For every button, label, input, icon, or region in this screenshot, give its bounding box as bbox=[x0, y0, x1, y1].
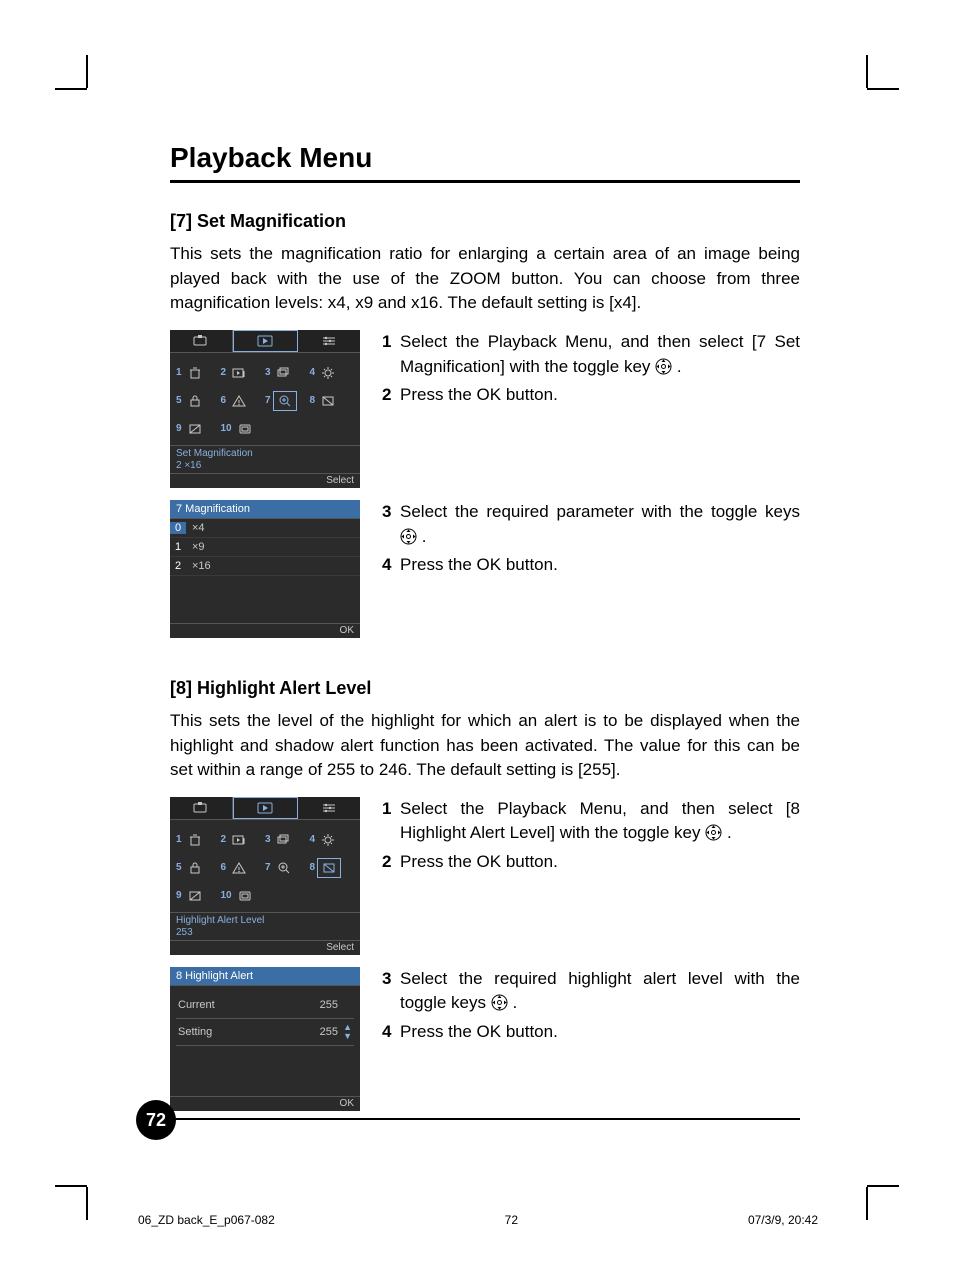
camera-menu-set-magnification: 1 2 3 4 5 6 7 8 9 10 bbox=[170, 330, 360, 488]
list-item: 2×16 bbox=[170, 557, 360, 576]
list-header: 7 Magnification bbox=[170, 500, 360, 519]
brightness-icon bbox=[317, 831, 339, 849]
section-8-intro: This sets the level of the highlight for… bbox=[170, 709, 800, 783]
format-icon bbox=[234, 420, 256, 438]
menu-status-line-2: 253 bbox=[176, 927, 354, 939]
page-number-badge: 72 bbox=[136, 1100, 176, 1140]
alert-icon bbox=[228, 859, 250, 877]
alert-icon bbox=[228, 392, 250, 410]
list-item: 0×4 bbox=[170, 519, 360, 538]
step-1-text: Select the Playback Menu, and then selec… bbox=[400, 330, 800, 379]
toggle-key-icon bbox=[655, 358, 672, 375]
section-8-heading: [8] Highlight Alert Level bbox=[170, 678, 800, 699]
table-header: 8 Highlight Alert bbox=[170, 967, 360, 986]
step-1-text: Select the Playback Menu, and then selec… bbox=[400, 797, 800, 846]
slideshow-icon bbox=[228, 364, 250, 382]
play-tab-icon bbox=[256, 334, 274, 348]
magnify-icon bbox=[273, 391, 297, 411]
protect-icon bbox=[184, 859, 206, 877]
section-7-heading: [7] Set Magnification bbox=[170, 211, 800, 232]
camera-table-highlight-alert: 8 Highlight Alert Current 255 Setting 25… bbox=[170, 967, 360, 1111]
highlight-icon bbox=[317, 858, 341, 878]
step-2-text: Press the OK button. bbox=[400, 850, 800, 875]
toggle-key-icon bbox=[491, 994, 508, 1011]
menu-footer-select: Select bbox=[170, 473, 360, 488]
setup-tab-icon bbox=[320, 334, 338, 348]
menu-footer-select: Select bbox=[170, 940, 360, 955]
camera-tab-icon bbox=[192, 801, 210, 815]
table-row: Setting 255 ▲▼ bbox=[170, 1019, 360, 1045]
footer-page: 72 bbox=[505, 1213, 518, 1227]
table-row: Current 255 bbox=[170, 992, 360, 1018]
footer-meta: 06_ZD back_E_p067-082 72 07/3/9, 20:42 bbox=[138, 1213, 818, 1227]
table-footer-ok: OK bbox=[170, 1096, 360, 1111]
step-4-text: Press the OK button. bbox=[400, 1020, 800, 1045]
protect-icon bbox=[184, 392, 206, 410]
multi-image-icon bbox=[273, 831, 295, 849]
highlight-icon bbox=[317, 392, 339, 410]
step-4-text: Press the OK button. bbox=[400, 553, 800, 578]
step-3-text: Select the required parameter with the t… bbox=[400, 500, 800, 549]
toggle-key-icon bbox=[705, 824, 722, 841]
section-7-intro: This sets the magnification ratio for en… bbox=[170, 242, 800, 316]
step-3-text: Select the required highlight alert leve… bbox=[400, 967, 800, 1016]
play-tab-icon bbox=[256, 801, 274, 815]
camera-menu-highlight-alert: 1 2 3 4 5 6 7 8 9 10 bbox=[170, 797, 360, 955]
shadow-icon bbox=[184, 887, 206, 905]
trash-icon bbox=[184, 364, 206, 382]
list-item: 1×9 bbox=[170, 538, 360, 557]
footer-timestamp: 07/3/9, 20:42 bbox=[748, 1213, 818, 1227]
camera-tab-icon bbox=[192, 334, 210, 348]
camera-list-magnification: 7 Magnification 0×4 1×9 2×16 OK bbox=[170, 500, 360, 638]
menu-status-line-2: 2 ×16 bbox=[176, 460, 354, 472]
shadow-icon bbox=[184, 420, 206, 438]
slideshow-icon bbox=[228, 831, 250, 849]
list-footer-ok: OK bbox=[170, 623, 360, 638]
up-down-arrows-icon: ▲▼ bbox=[338, 1023, 352, 1041]
step-2-text: Press the OK button. bbox=[400, 383, 800, 408]
multi-image-icon bbox=[273, 364, 295, 382]
setup-tab-icon bbox=[320, 801, 338, 815]
trash-icon bbox=[184, 831, 206, 849]
format-icon bbox=[234, 887, 256, 905]
page-title: Playback Menu bbox=[170, 142, 800, 183]
brightness-icon bbox=[317, 364, 339, 382]
magnify-icon bbox=[273, 859, 295, 877]
page-rule bbox=[170, 1118, 800, 1120]
menu-status-line-1: Set Magnification bbox=[176, 448, 354, 460]
menu-status-line-1: Highlight Alert Level bbox=[176, 915, 354, 927]
toggle-key-icon bbox=[400, 528, 417, 545]
footer-file-ref: 06_ZD back_E_p067-082 bbox=[138, 1213, 275, 1227]
